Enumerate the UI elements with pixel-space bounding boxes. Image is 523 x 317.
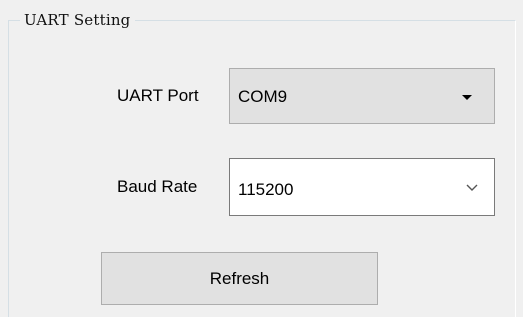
baud-rate-label: Baud Rate xyxy=(117,177,198,196)
uart-port-selected-value: COM9 xyxy=(238,87,288,106)
triangle-down-icon xyxy=(462,95,472,100)
chevron-down-icon[interactable] xyxy=(462,177,482,197)
uart-port-dropdown[interactable]: COM9 xyxy=(229,68,495,124)
uart-setting-panel: UART Setting UART Port COM9 Baud Rate 11… xyxy=(0,0,523,317)
refresh-button[interactable]: Refresh xyxy=(101,252,378,305)
group-box-title: UART Setting xyxy=(20,10,135,30)
uart-port-label: UART Port xyxy=(117,86,199,105)
baud-rate-combobox[interactable]: 115200 xyxy=(229,158,495,216)
baud-rate-value: 115200 xyxy=(238,180,294,199)
